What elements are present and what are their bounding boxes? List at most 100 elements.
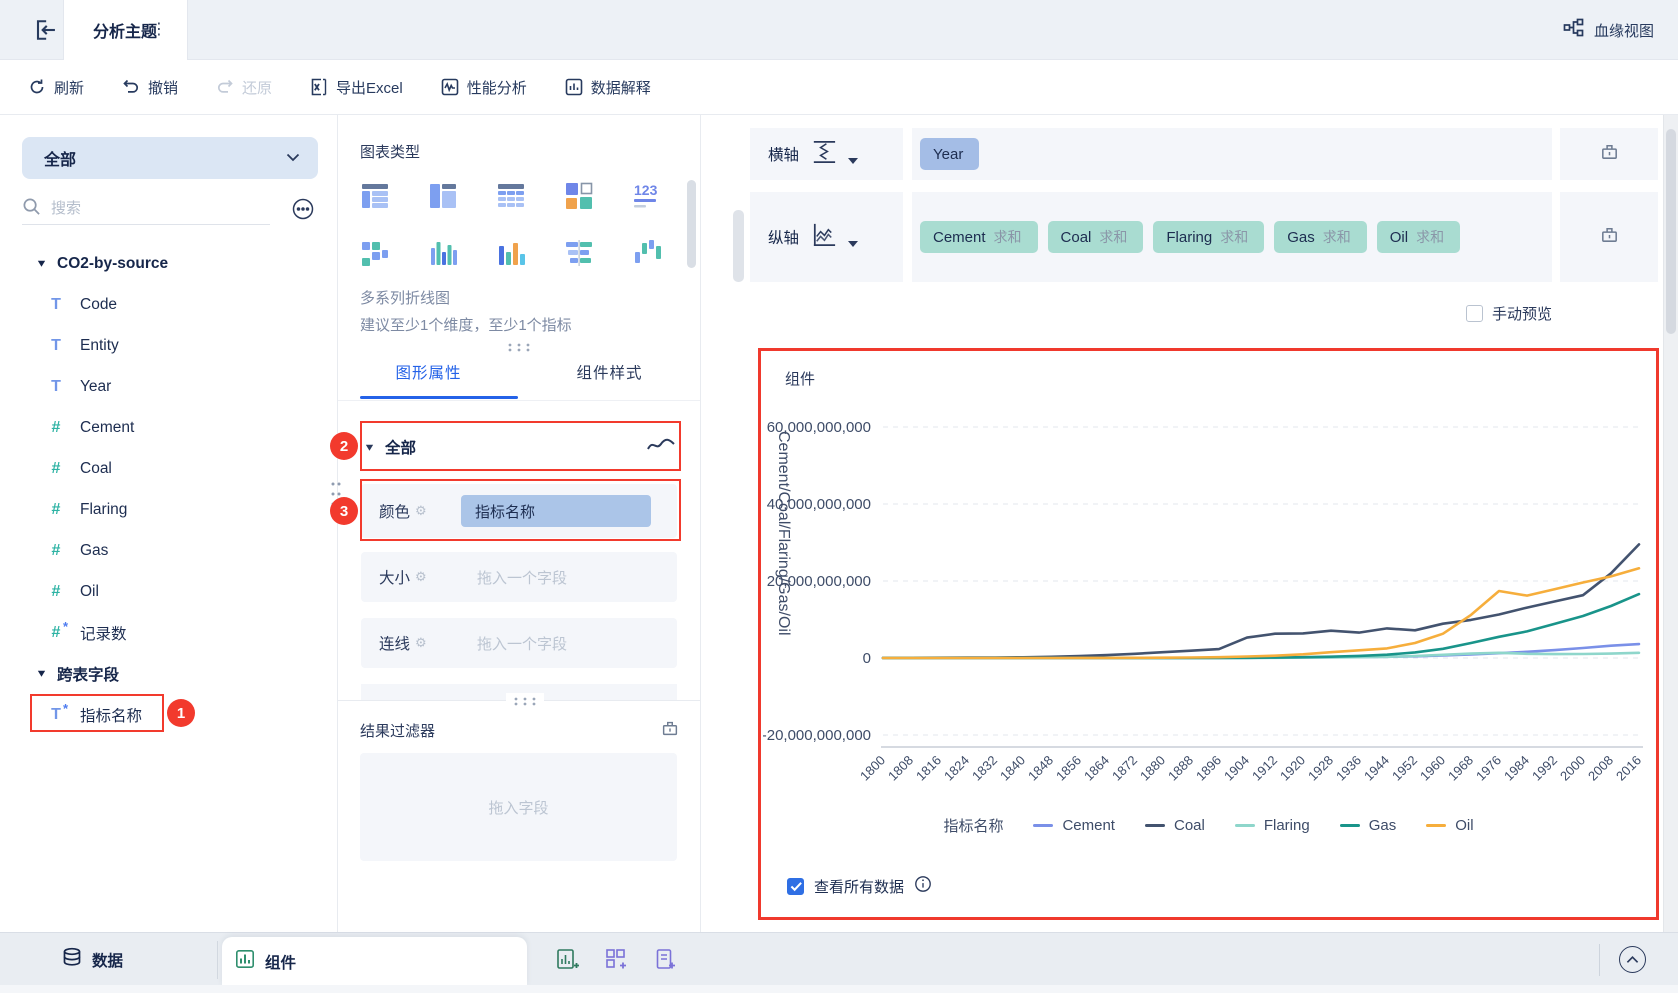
- lock-icon[interactable]: [660, 718, 680, 743]
- x-axis-label-cell: 横轴: [750, 128, 903, 180]
- number-field-icon: #: [51, 541, 61, 559]
- dataset-scope-select[interactable]: 全部: [22, 137, 318, 179]
- chart-type-table-group-icon[interactable]: [428, 181, 458, 211]
- info-icon[interactable]: [914, 875, 932, 897]
- chart-type-table-icon[interactable]: [360, 181, 390, 211]
- gear-icon[interactable]: ⚙: [415, 569, 427, 585]
- performance-button[interactable]: 性能分析: [441, 77, 527, 98]
- field-item-Coal[interactable]: # Coal: [0, 448, 337, 489]
- caret-down-icon[interactable]: [848, 241, 859, 247]
- svg-text:1840: 1840: [997, 753, 1028, 784]
- panel-drag-handle[interactable]: [506, 339, 532, 357]
- lock-icon[interactable]: [1599, 224, 1620, 250]
- more-menu-icon[interactable]: ⋮: [150, 19, 168, 41]
- number-field-icon: #: [51, 459, 61, 477]
- result-filter-dropzone[interactable]: 拖入字段: [360, 753, 677, 861]
- component-chart-icon: [235, 949, 255, 974]
- cross-fields-node[interactable]: 跨表字段: [0, 653, 337, 694]
- legend-item-Oil[interactable]: Oil: [1426, 817, 1474, 834]
- x-axis-type-icon[interactable]: [809, 137, 838, 171]
- chart-type-bars-grouped-icon[interactable]: [428, 238, 458, 268]
- line-drop-placeholder[interactable]: 拖入一个字段: [477, 633, 567, 654]
- panel-scrollbar[interactable]: [733, 210, 744, 282]
- chart-type-table-dense-icon[interactable]: [496, 181, 526, 211]
- preview-panel: 横轴 Year 纵轴 Cement 求和 Coal 求和 Flaring 求和 Gas 求和 O…: [701, 115, 1663, 932]
- undo-button[interactable]: 撤销: [122, 77, 178, 98]
- svg-text:1976: 1976: [1473, 753, 1504, 784]
- legend-item-Cement[interactable]: Cement: [1033, 817, 1115, 834]
- redo-button[interactable]: 还原: [216, 77, 272, 98]
- view-all-checkbox[interactable]: [787, 877, 804, 895]
- svg-text:1952: 1952: [1389, 753, 1420, 784]
- y-axis-type-icon[interactable]: [809, 220, 838, 254]
- chip-Gas[interactable]: Gas 求和: [1274, 221, 1367, 253]
- field-item-Gas[interactable]: # Gas: [0, 530, 337, 571]
- gear-icon[interactable]: ⚙: [415, 503, 427, 519]
- caret-down-icon[interactable]: [848, 158, 859, 164]
- tab-component-style[interactable]: 组件样式: [519, 361, 700, 383]
- manual-preview-checkbox[interactable]: [1465, 305, 1483, 322]
- section-drag-handle[interactable]: [506, 693, 544, 711]
- lock-icon[interactable]: [1599, 141, 1620, 167]
- svg-text:1936: 1936: [1333, 753, 1364, 784]
- add-page-icon[interactable]: [654, 948, 678, 972]
- back-icon[interactable]: [31, 16, 59, 44]
- legend-item-Gas[interactable]: Gas: [1339, 817, 1396, 834]
- svg-text:1984: 1984: [1501, 753, 1532, 784]
- chart-type-bars-multi-icon[interactable]: [496, 238, 526, 268]
- tab-component-active[interactable]: 组件: [222, 937, 527, 986]
- x-axis-shelf[interactable]: Year: [912, 128, 1552, 180]
- gear-icon[interactable]: ⚙: [415, 635, 427, 651]
- chip-Cement[interactable]: Cement 求和: [920, 221, 1038, 253]
- legend-dash-icon: [1426, 823, 1447, 828]
- add-pivot-icon[interactable]: [605, 948, 629, 972]
- field-item-记录数[interactable]: # * 记录数: [0, 612, 337, 653]
- field-item-Year[interactable]: T Year: [0, 366, 337, 407]
- data-explain-button[interactable]: 数据解释: [565, 77, 651, 98]
- export-excel-button[interactable]: 导出Excel: [310, 77, 403, 98]
- window-scrollbar[interactable]: [1663, 115, 1678, 993]
- search-input[interactable]: [51, 200, 270, 217]
- text-field-icon: T: [51, 377, 61, 395]
- refresh-button[interactable]: 刷新: [28, 77, 84, 98]
- chart-type-float-bars-icon[interactable]: [632, 238, 662, 268]
- data-explain-icon: [565, 78, 583, 96]
- legend-item-Flaring[interactable]: Flaring: [1234, 817, 1310, 834]
- chip-Flaring[interactable]: Flaring 求和: [1153, 221, 1265, 253]
- view-all-data-toggle: 查看所有数据: [787, 875, 932, 897]
- collapse-panel-button[interactable]: [1619, 946, 1646, 973]
- chart-type-kpi-icon[interactable]: 123: [632, 181, 662, 211]
- svg-text:2008: 2008: [1585, 753, 1616, 784]
- tab-data[interactable]: 数据: [62, 933, 123, 986]
- y-axis-shelf[interactable]: Cement 求和 Coal 求和 Flaring 求和 Gas 求和 Oil 求和: [912, 192, 1552, 282]
- chip-Year[interactable]: Year: [920, 138, 980, 170]
- color-field-chip[interactable]: 指标名称: [461, 495, 651, 527]
- svg-text:-20,000,000,000: -20,000,000,000: [763, 727, 871, 744]
- text-field-icon: T: [51, 336, 61, 354]
- chart-type-scrollbar[interactable]: [687, 180, 696, 268]
- mark-group-all[interactable]: 全部: [364, 427, 676, 467]
- field-item-Flaring[interactable]: # Flaring: [0, 489, 337, 530]
- legend-item-Coal[interactable]: Coal: [1144, 817, 1205, 834]
- svg-text:1928: 1928: [1305, 753, 1336, 784]
- field-options-icon[interactable]: [291, 197, 315, 226]
- field-item-Cement[interactable]: # Cement: [0, 407, 337, 448]
- svg-text:1824: 1824: [941, 753, 972, 784]
- chart-type-hbars-split-icon[interactable]: [564, 238, 594, 268]
- component-preview-card: 组件 60,000,000,000 40,000,000,000 20,000,00…: [758, 348, 1659, 920]
- chip-Oil[interactable]: Oil 求和: [1376, 221, 1461, 253]
- lineage-view-button[interactable]: 血缘视图: [1563, 0, 1654, 60]
- dataset-node[interactable]: CO2-by-source: [0, 243, 337, 284]
- size-drop-placeholder[interactable]: 拖入一个字段: [477, 567, 567, 588]
- field-item-Entity[interactable]: T Entity: [0, 325, 337, 366]
- chart-type-pivot-icon[interactable]: [564, 181, 594, 211]
- chip-Coal[interactable]: Coal 求和: [1047, 221, 1144, 253]
- app-window: 分析主题 ⋮ 血缘视图 刷新 撤销 还原 导出Excel 性能分析 数据解释 全…: [0, 0, 1678, 993]
- field-item-Code[interactable]: T Code: [0, 284, 337, 325]
- tab-graphic-properties[interactable]: 图形属性: [338, 361, 519, 383]
- excel-icon: [310, 78, 328, 96]
- chart-type-stack-blocks-icon[interactable]: [360, 238, 390, 268]
- field-item-Oil[interactable]: # Oil: [0, 571, 337, 612]
- add-chart-icon[interactable]: [556, 948, 580, 972]
- svg-text:1992: 1992: [1529, 753, 1560, 784]
